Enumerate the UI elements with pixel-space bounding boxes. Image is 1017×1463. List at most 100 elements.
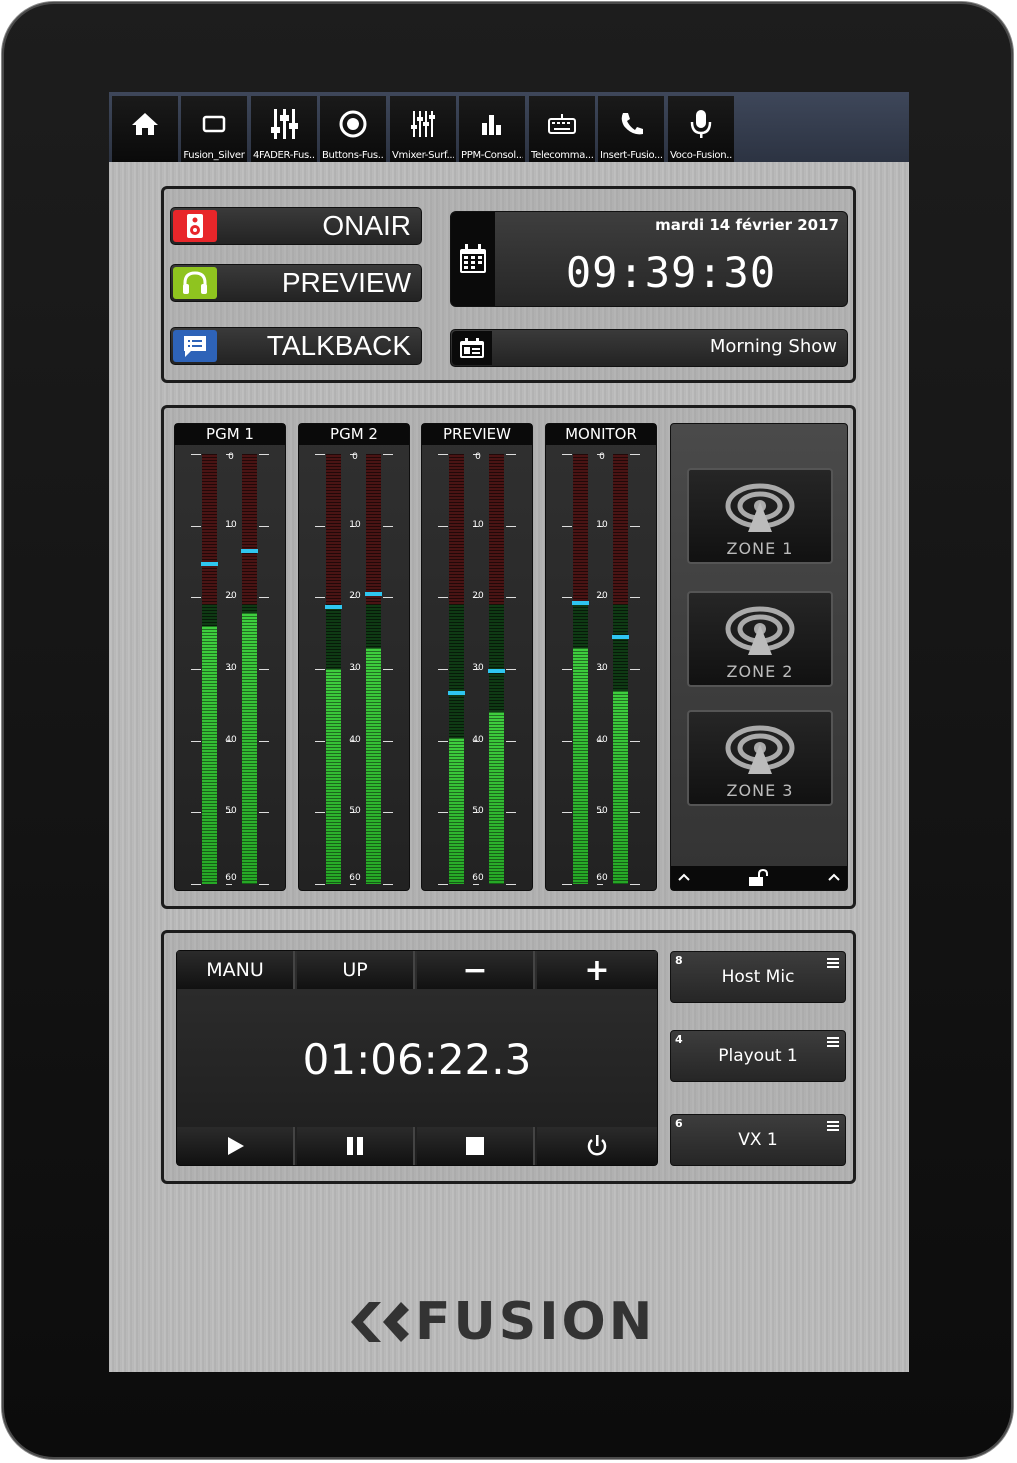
home-icon [112,106,178,142]
timer-minus-button[interactable]: − [417,951,535,989]
preview-label: PREVIEW [281,267,411,298]
scale-tick [506,740,516,742]
scale-tick [438,740,448,742]
meter-title: PREVIEW [422,424,532,445]
scale-label: 0 [352,452,358,462]
scale-tick [383,669,393,670]
scale-tick [438,812,448,814]
onair-button[interactable]: ONAIR [170,207,422,245]
scale-tick [562,812,572,814]
timer-plus-button[interactable]: + [537,951,657,989]
level-bar-left [325,454,342,884]
tab-insert[interactable]: Insert-Fusio... [598,96,664,162]
scale-label: 0 [599,452,605,462]
timer-value: 01:06:22.3 [302,1035,532,1084]
scale-tick [259,454,269,455]
power-icon [587,1135,607,1156]
fusion-logo: FUSION [347,1292,677,1352]
talkback-button[interactable]: TALKBACK [170,327,422,365]
peak-marker [365,591,382,596]
scale-tick [259,525,269,527]
zone-3-label: ZONE 3 [726,781,794,800]
tab-fusion-silver[interactable]: Fusion_Silver [181,96,247,162]
zone-2-button[interactable]: ZONE 2 [687,591,833,687]
screen: Fusion_Silver 4FADER-Fus... Buttons-Fus.… [109,92,909,1372]
status-panel: ONAIR PREVIEW TALKBACK mardi 14 février … [161,186,856,383]
tab-4fader[interactable]: 4FADER-Fus... [251,96,317,162]
scale-tick [506,597,516,599]
calendar-icon [451,212,495,306]
clock-display: mardi 14 février 2017 09:39:30 [450,211,848,307]
scale-tick [259,597,269,599]
menu-icon[interactable] [827,1121,839,1133]
mixer-icon [390,106,456,142]
timer-mode-button[interactable]: MANU [177,951,295,989]
speaker-icon [173,210,217,242]
level-bar-right [241,454,258,884]
broadcast-icon [689,722,831,782]
menu-icon[interactable] [827,1037,839,1049]
unlock-icon[interactable] [747,869,769,887]
scale-tick [630,597,640,599]
scale-tick [191,884,201,885]
play-button[interactable] [177,1127,295,1165]
tab-ppm[interactable]: PPM-Consol... [459,96,525,162]
zone-2-label: ZONE 2 [726,662,794,681]
pause-button[interactable] [297,1127,415,1165]
source-vx-1[interactable]: 6 VX 1 [670,1114,846,1166]
stop-button[interactable] [417,1127,535,1165]
timer-direction-button[interactable]: UP [297,951,415,989]
scale-tick [562,669,572,670]
scale-label: 20 [225,591,237,602]
scale-label: 30 [349,663,361,673]
scale-tick [562,884,572,885]
tab-voco[interactable]: Voco-Fusion... [668,96,734,162]
level-bar-right [612,454,629,884]
scale-tick [191,525,201,527]
level-bar-right [488,454,505,884]
scale-tick [506,884,516,885]
zone-footer [671,866,847,890]
zone-1-label: ZONE 1 [726,539,794,558]
bar-meter-icon [459,106,525,142]
scale-tick [438,669,448,670]
scale-tick [438,525,448,527]
scale-label: 40 [225,734,237,745]
scale-tick [630,525,640,527]
scale-tick [630,740,640,742]
scale-tick [383,740,393,742]
menu-icon[interactable] [827,958,839,970]
power-button[interactable] [537,1127,657,1165]
tab-telecommande[interactable]: Telecomma... [529,96,595,162]
zone-3-button[interactable]: ZONE 3 [687,710,833,806]
source-host-mic[interactable]: 8 Host Mic [670,951,846,1003]
level-fill [202,626,217,884]
scale-tick [562,740,572,742]
fusion-logo-icon [351,1302,409,1342]
level-fill [449,737,464,884]
tab-vmixer[interactable]: Vmixer-Surf... [390,96,456,162]
scale-tick [562,525,572,527]
level-bar-left [201,454,218,884]
scale-label: 60 [596,873,608,883]
scale-tick [630,812,640,814]
scale-tick [383,884,393,885]
zone-1-button[interactable]: ZONE 1 [687,468,833,564]
tab-buttons[interactable]: Buttons-Fus... [320,96,386,162]
scale-tick [191,669,201,670]
scale-tick [383,525,393,527]
chevron-up-icon[interactable] [827,872,841,882]
scale-tick [191,812,201,814]
scale-label: 10 [349,519,361,530]
source-playout-1[interactable]: 4 Playout 1 [670,1030,846,1082]
preview-button[interactable]: PREVIEW [170,264,422,302]
scale-label: 50 [225,806,237,817]
talkback-label: TALKBACK [266,330,411,361]
meter-title: PGM 1 [175,424,285,445]
scale-tick [383,812,393,814]
meter-pgm-2: PGM 2 0 10 20 30 40 50 60 [298,423,410,891]
tab-home[interactable] [112,96,178,162]
scale-tick [226,884,232,885]
chevron-up-icon[interactable] [677,872,691,882]
scale-tick [383,597,393,599]
